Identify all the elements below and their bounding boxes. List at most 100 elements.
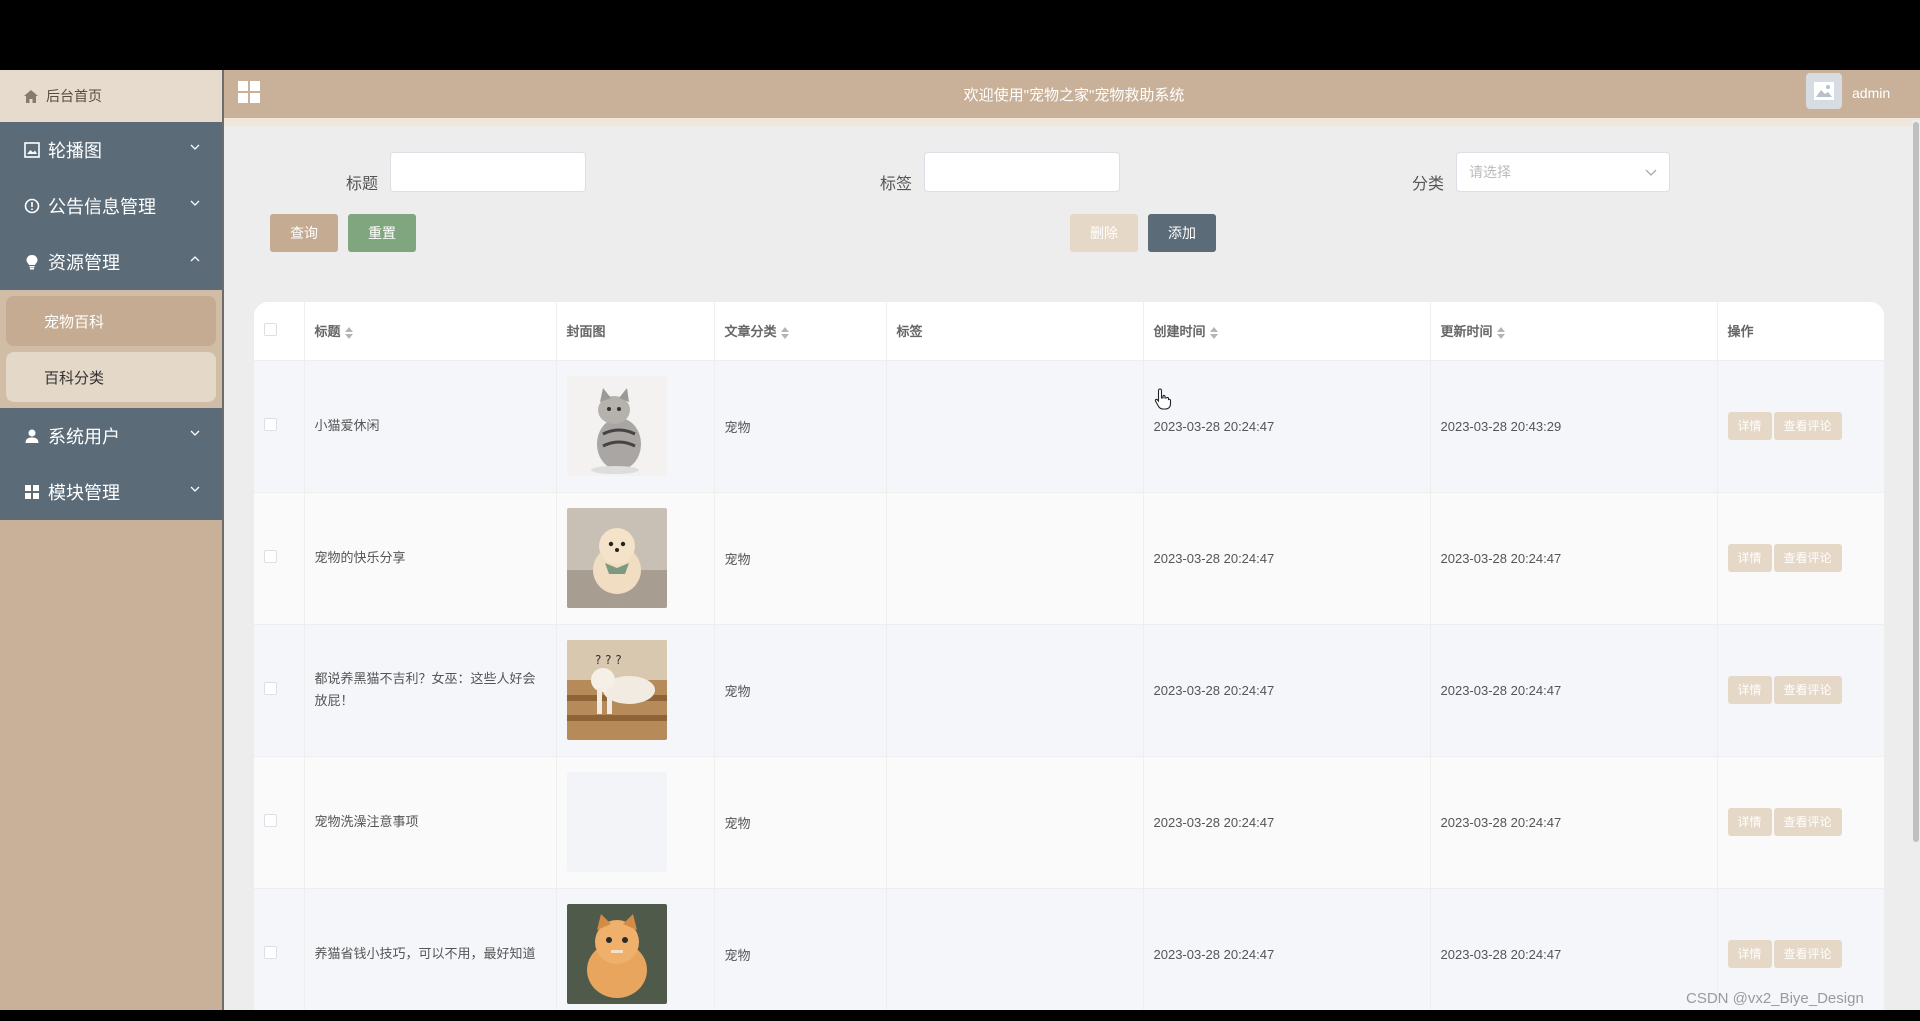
table-row: 养猫省钱小技巧，可以不用，最好知道 宠物 2023-03-28 20:24:47… [254, 888, 1884, 1010]
row-title: 宠物洗澡注意事项 [304, 756, 557, 889]
row-category: 宠物 [714, 624, 887, 757]
row-checkbox[interactable] [264, 814, 277, 827]
sidebar-item-users[interactable]: 系统用户 [0, 408, 222, 464]
row-tag [886, 360, 1144, 493]
grid-icon [25, 485, 39, 499]
detail-button[interactable]: 详情 [1727, 940, 1772, 968]
sidebar-item-label: 模块管理 [48, 483, 120, 503]
row-category: 宠物 [714, 888, 887, 1010]
sidebar-subitem-label: 百科分类 [44, 369, 105, 387]
row-checkbox[interactable] [264, 550, 277, 563]
row-cover [556, 492, 715, 625]
sidebar: 后台首页 轮播图 公告信息管理 资源管理 宠物百科 百科分类 系统用户 模块管理 [0, 70, 224, 1010]
search-tag-input[interactable] [924, 152, 1120, 192]
scrollbar-thumb[interactable] [1913, 122, 1919, 842]
chevron-down-icon [190, 430, 200, 436]
row-cover [556, 360, 715, 493]
reset-button[interactable]: 重置 [348, 214, 416, 252]
sidebar-item-notice[interactable]: 公告信息管理 [0, 178, 222, 234]
page-title: 欢迎使用"宠物之家"宠物救助系统 [963, 87, 1185, 104]
category-select[interactable]: 请选择 [1456, 152, 1670, 192]
delete-button[interactable]: 删除 [1070, 214, 1138, 252]
column-header-label: 文章分类 [724, 324, 777, 340]
sort-icon[interactable] [344, 326, 353, 339]
row-updated: 2023-03-28 20:24:47 [1430, 756, 1718, 889]
category-select-placeholder: 请选择 [1469, 164, 1511, 180]
row-select-cell [254, 888, 305, 1010]
row-tag [886, 756, 1144, 889]
view-comments-button[interactable]: 查看评论 [1773, 676, 1842, 704]
header-divider [224, 118, 1920, 126]
column-header-label: 创建时间 [1153, 324, 1206, 340]
row-created: 2023-03-28 20:24:47 [1143, 492, 1431, 625]
row-cover: ? ? ? [556, 624, 715, 757]
row-cover [556, 756, 715, 889]
view-comments-button[interactable]: 查看评论 [1773, 940, 1842, 968]
sidebar-item-carousel[interactable]: 轮播图 [0, 122, 222, 178]
detail-button[interactable]: 详情 [1727, 808, 1772, 836]
table-row: 宠物的快乐分享 宠物 2023-03-28 20:24:47 2023-03-2… [254, 492, 1884, 625]
sidebar-submenu: 宠物百科 百科分类 [0, 290, 222, 408]
column-header-title[interactable]: 标题 [304, 302, 557, 361]
sort-icon[interactable] [780, 326, 789, 339]
sidebar-item-wiki-category[interactable]: 百科分类 [6, 352, 216, 402]
column-header-cover: 封面图 [556, 302, 715, 361]
row-updated: 2023-03-28 20:24:47 [1430, 624, 1718, 757]
column-header-label: 标题 [314, 324, 341, 340]
row-cover [556, 888, 715, 1010]
bottom-bar [0, 1010, 1920, 1021]
row-checkbox[interactable] [264, 946, 277, 959]
avatar[interactable] [1806, 73, 1842, 109]
sidebar-item-label: 资源管理 [48, 253, 120, 273]
view-comments-button[interactable]: 查看评论 [1773, 544, 1842, 572]
empty-image-thumbnail[interactable] [566, 772, 667, 872]
cat-photo-thumbnail[interactable] [566, 376, 667, 476]
search-title-label: 标题 [346, 176, 379, 193]
sort-icon[interactable] [1496, 326, 1505, 339]
sidebar-item-pet-wiki[interactable]: 宠物百科 [6, 296, 216, 346]
row-title: 养猫省钱小技巧，可以不用，最好知道 [304, 888, 557, 1010]
view-comments-button[interactable]: 查看评论 [1773, 808, 1842, 836]
top-header: 欢迎使用"宠物之家"宠物救助系统 admin [224, 70, 1920, 118]
detail-button[interactable]: 详情 [1727, 412, 1772, 440]
row-title: 都说养黑猫不吉利？女巫：这些人好会放屁！ [304, 624, 557, 757]
sidebar-item-modules[interactable]: 模块管理 [0, 464, 222, 520]
chevron-down-icon [190, 144, 200, 150]
sidebar-home-label: 后台首页 [46, 88, 102, 104]
detail-button[interactable]: 详情 [1727, 676, 1772, 704]
chevron-down-icon [190, 486, 200, 492]
row-select-cell [254, 756, 305, 889]
cat-photo-thumbnail[interactable]: ? ? ? [566, 640, 667, 740]
add-button[interactable]: 添加 [1148, 214, 1216, 252]
row-checkbox[interactable] [264, 418, 277, 431]
view-comments-button[interactable]: 查看评论 [1773, 412, 1842, 440]
sidebar-home[interactable]: 后台首页 [0, 70, 222, 122]
row-checkbox[interactable] [264, 682, 277, 695]
select-all-header [254, 302, 305, 361]
column-header-category[interactable]: 文章分类 [714, 302, 887, 361]
column-header-tag: 标签 [886, 302, 1144, 361]
username[interactable]: admin [1852, 85, 1890, 101]
dog-photo-thumbnail[interactable] [566, 508, 667, 608]
row-actions: 详情 查看评论 [1717, 492, 1884, 625]
sidebar-item-resources[interactable]: 资源管理 [0, 234, 222, 290]
row-title: 小猫爱休闲 [304, 360, 557, 493]
row-select-cell [254, 492, 305, 625]
column-header-label: 更新时间 [1440, 324, 1493, 340]
query-button[interactable]: 查询 [270, 214, 338, 252]
column-header-created[interactable]: 创建时间 [1143, 302, 1431, 361]
row-actions: 详情 查看评论 [1717, 624, 1884, 757]
search-title-input[interactable] [390, 152, 586, 192]
row-category: 宠物 [714, 360, 887, 493]
info-icon [24, 198, 40, 214]
column-header-updated[interactable]: 更新时间 [1430, 302, 1718, 361]
cat-photo-thumbnail[interactable] [566, 904, 667, 1004]
sort-icon[interactable] [1209, 326, 1218, 339]
row-created: 2023-03-28 20:24:47 [1143, 888, 1431, 1010]
hand-cursor-icon [1154, 388, 1172, 410]
data-table: 标题 封面图 文章分类 标签 创建时间 更新时间 操作 小猫爱休闲 宠物 202… [254, 302, 1884, 1010]
detail-button[interactable]: 详情 [1727, 544, 1772, 572]
row-actions: 详情 查看评论 [1717, 360, 1884, 493]
select-all-checkbox[interactable] [264, 322, 277, 336]
sidebar-subitem-label: 宠物百科 [44, 313, 105, 331]
